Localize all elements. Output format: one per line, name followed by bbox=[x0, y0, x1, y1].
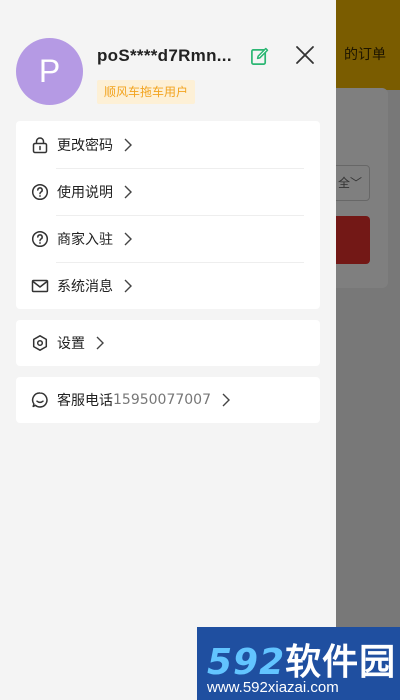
menu-item-label: 设置 bbox=[57, 336, 85, 352]
user-type-badge: 顺风车拖车用户 bbox=[97, 80, 196, 104]
close-icon[interactable] bbox=[293, 43, 317, 67]
service-phone-number: 15950077007 bbox=[113, 392, 211, 408]
menu-item-system-messages[interactable]: 系统消息 bbox=[16, 262, 320, 309]
avatar: P bbox=[16, 38, 83, 105]
watermark-logo: 592软件园 www.592xiazai.com bbox=[197, 627, 400, 700]
username: poS****d7Rmn... bbox=[97, 46, 232, 65]
menu-item-label: 商家入驻 bbox=[57, 231, 113, 248]
edit-icon[interactable] bbox=[250, 47, 269, 66]
help-circle-icon bbox=[31, 183, 49, 200]
service-card: 客服电话 15950077007 bbox=[16, 377, 320, 423]
lock-icon bbox=[32, 136, 48, 153]
chevron-right-icon bbox=[124, 279, 132, 292]
settings-card: 设置 bbox=[16, 320, 320, 366]
chevron-right-icon bbox=[124, 138, 132, 151]
menu-item-label: 客服电话 bbox=[57, 393, 113, 409]
watermark-url: www.592xiazai.com bbox=[207, 679, 339, 696]
chevron-right-icon bbox=[124, 185, 132, 198]
menu-item-label: 使用说明 bbox=[57, 184, 113, 201]
chevron-right-icon bbox=[222, 393, 230, 407]
chevron-right-icon bbox=[124, 232, 132, 245]
settings-hexagon-icon bbox=[32, 335, 48, 351]
menu-item-label: 系统消息 bbox=[57, 278, 113, 295]
menu-item-label: 更改密码 bbox=[57, 137, 113, 154]
menu-item-customer-service[interactable]: 客服电话 15950077007 bbox=[16, 377, 320, 423]
mail-icon bbox=[31, 279, 49, 292]
chevron-right-icon bbox=[96, 336, 104, 350]
chat-bubble-icon bbox=[31, 392, 48, 408]
menu-item-instructions[interactable]: 使用说明 bbox=[16, 168, 320, 215]
menu-card: 更改密码 使用说明 商家入驻 系统消息 bbox=[16, 121, 320, 309]
menu-item-settings[interactable]: 设置 bbox=[16, 320, 320, 366]
side-drawer: P poS****d7Rmn... 顺风车拖车用户 更改密码 使用说明 商家入驻… bbox=[0, 0, 336, 700]
watermark-title: 592软件园 bbox=[207, 642, 397, 683]
menu-item-merchant-join[interactable]: 商家入驻 bbox=[16, 215, 320, 262]
help-circle-icon bbox=[31, 230, 49, 247]
menu-item-change-password[interactable]: 更改密码 bbox=[16, 121, 320, 168]
